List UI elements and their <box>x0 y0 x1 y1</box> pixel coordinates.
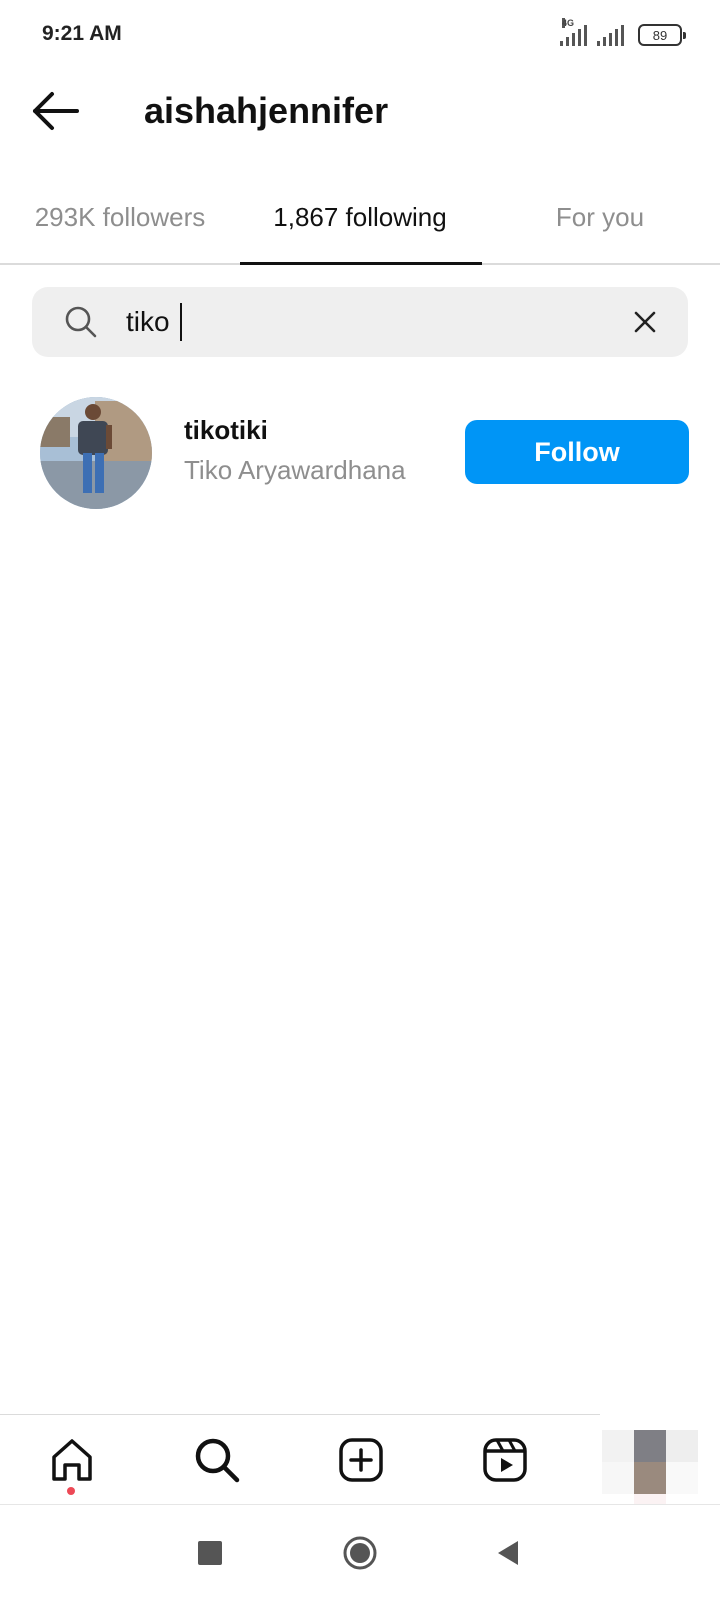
tab-for-you[interactable]: For you <box>480 180 720 265</box>
tab-following[interactable]: 1,867 following <box>240 180 480 265</box>
page-title: aishahjennifer <box>144 90 389 131</box>
result-full-name: Tiko Aryawardhana <box>184 455 406 485</box>
text-cursor <box>180 303 182 341</box>
network-label: 4G <box>562 18 575 28</box>
circle-icon <box>343 1536 377 1570</box>
status-icons: 4G 89 <box>560 18 686 50</box>
active-tab-indicator <box>240 262 482 265</box>
follow-button[interactable]: Follow <box>465 420 689 484</box>
home-system-button[interactable] <box>340 1533 380 1573</box>
header: aishahjennifer <box>0 70 720 155</box>
reels-icon[interactable] <box>480 1435 530 1485</box>
square-icon <box>198 1541 222 1565</box>
tab-followers[interactable]: 293K followers <box>0 180 240 265</box>
home-icon[interactable] <box>47 1435 97 1485</box>
triangle-back-icon <box>498 1541 518 1565</box>
bottom-nav <box>0 1414 600 1504</box>
notification-dot <box>67 1487 75 1495</box>
battery-icon: 89 <box>638 24 686 46</box>
arrow-left-icon <box>33 92 79 130</box>
back-button[interactable] <box>30 88 82 134</box>
search-icon[interactable] <box>192 1435 242 1485</box>
search-bar <box>32 287 688 357</box>
close-icon[interactable] <box>630 307 660 337</box>
recents-button[interactable] <box>190 1533 230 1573</box>
status-bar: 9:21 AM 4G 89 <box>0 0 720 70</box>
avatar[interactable] <box>40 397 152 509</box>
status-time: 9:21 AM <box>42 22 122 45</box>
search-input[interactable] <box>126 299 606 345</box>
battery-level: 89 <box>652 27 668 43</box>
signal-icon <box>597 24 624 46</box>
result-username[interactable]: tikotiki <box>184 415 268 446</box>
create-icon[interactable] <box>336 1435 386 1485</box>
search-icon <box>65 306 97 338</box>
tab-bar: 293K followers 1,867 following For you <box>0 180 720 265</box>
system-nav-bar <box>0 1504 720 1600</box>
signal-4g-icon: 4G <box>560 18 587 46</box>
back-system-button[interactable] <box>488 1533 528 1573</box>
